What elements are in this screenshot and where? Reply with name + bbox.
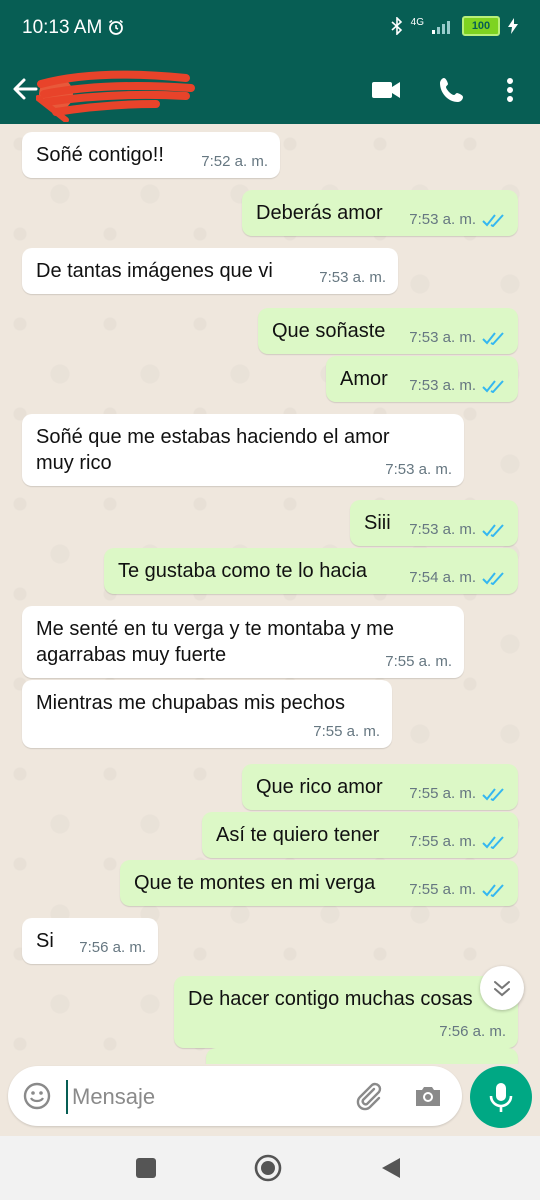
network-label: 4G <box>410 16 424 28</box>
message-time: 7:53 a. m. <box>409 329 476 346</box>
message-time: 7:53 a. m. <box>319 269 386 286</box>
message-outgoing-partial[interactable] <box>206 1048 518 1064</box>
system-navigation-bar <box>0 1136 540 1200</box>
read-receipt-icon <box>482 379 504 393</box>
message-time: 7:56 a. m. <box>439 1023 506 1040</box>
message-time: 7:55 a. m. <box>409 833 476 850</box>
bluetooth-icon <box>391 17 402 35</box>
message-outgoing[interactable]: Deberás amor 7:53 a. m. <box>242 190 518 236</box>
alarm-icon <box>109 19 123 35</box>
message-time: 7:55 a. m. <box>313 723 380 740</box>
double-chevron-down-icon <box>494 981 510 997</box>
voice-record-button[interactable] <box>470 1066 532 1128</box>
message-incoming[interactable]: Si 7:56 a. m. <box>22 918 158 964</box>
message-incoming[interactable]: De tantas imágenes que vi 7:53 a. m. <box>22 248 398 294</box>
camera-icon[interactable] <box>412 1080 444 1112</box>
home-button-icon[interactable] <box>254 1154 282 1182</box>
read-receipt-icon <box>482 883 504 897</box>
message-time: 7:55 a. m. <box>409 785 476 802</box>
message-outgoing[interactable]: Que soñaste 7:53 a. m. <box>258 308 518 354</box>
charging-icon <box>508 18 518 34</box>
recents-button-icon[interactable] <box>132 1154 160 1182</box>
message-outgoing[interactable]: Amor 7:53 a. m. <box>326 356 518 402</box>
emoji-icon[interactable] <box>22 1081 52 1111</box>
read-receipt-icon <box>482 787 504 801</box>
signal-icon <box>432 21 450 34</box>
message-text: Mientras me chupabas mis pechos <box>36 692 346 714</box>
message-incoming[interactable]: Soñé que me estabas haciendo el amor muy… <box>22 414 464 486</box>
status-bar: 10:13 AM 4G 100 <box>0 0 540 58</box>
message-text: De hacer contigo muchas cosas <box>188 988 473 1010</box>
message-time: 7:53 a. m. <box>385 461 452 478</box>
message-time: 7:54 a. m. <box>409 569 476 586</box>
microphone-icon <box>489 1083 513 1112</box>
attach-icon[interactable] <box>352 1080 384 1112</box>
chat-header <box>0 58 540 124</box>
message-time: 7:53 a. m. <box>409 211 476 228</box>
message-outgoing[interactable]: Que rico amor 7:55 a. m. <box>242 764 518 810</box>
read-receipt-icon <box>482 835 504 849</box>
video-call-icon[interactable] <box>368 72 404 108</box>
voice-call-icon[interactable] <box>434 72 470 108</box>
message-incoming[interactable]: Me senté en tu verga y te montaba y me a… <box>22 606 464 678</box>
message-incoming[interactable]: Soñé contigo!! 7:52 a. m. <box>22 132 280 178</box>
read-receipt-icon <box>482 331 504 345</box>
message-outgoing[interactable]: Así te quiero tener 7:55 a. m. <box>202 812 518 858</box>
message-composer <box>8 1066 462 1126</box>
status-time: 10:13 AM <box>22 17 103 38</box>
read-receipt-icon <box>482 213 504 227</box>
message-outgoing[interactable]: Siii 7:53 a. m. <box>350 500 518 546</box>
message-time: 7:52 a. m. <box>201 153 268 170</box>
back-button-icon[interactable] <box>378 1154 406 1182</box>
battery-icon: 100 <box>462 16 500 36</box>
message-time: 7:53 a. m. <box>409 377 476 394</box>
message-outgoing[interactable]: De hacer contigo muchas cosas 7:56 a. m. <box>174 976 518 1048</box>
message-time: 7:55 a. m. <box>409 881 476 898</box>
more-options-icon[interactable] <box>492 72 528 108</box>
conversation-area[interactable]: Soñé contigo!! 7:52 a. m. Deberás amor 7… <box>0 124 540 1064</box>
message-outgoing[interactable]: Que te montes en mi verga 7:55 a. m. <box>120 860 518 906</box>
scroll-to-bottom-button[interactable] <box>480 966 524 1010</box>
message-time: 7:56 a. m. <box>79 939 146 956</box>
read-receipt-icon <box>482 523 504 537</box>
message-incoming[interactable]: Mientras me chupabas mis pechos 7:55 a. … <box>22 680 392 748</box>
message-input[interactable] <box>66 1080 334 1114</box>
message-time: 7:53 a. m. <box>409 521 476 538</box>
message-outgoing[interactable]: Te gustaba como te lo hacia 7:54 a. m. <box>104 548 518 594</box>
redaction-scribble[interactable] <box>36 64 196 122</box>
message-time: 7:55 a. m. <box>385 653 452 670</box>
read-receipt-icon <box>482 571 504 585</box>
